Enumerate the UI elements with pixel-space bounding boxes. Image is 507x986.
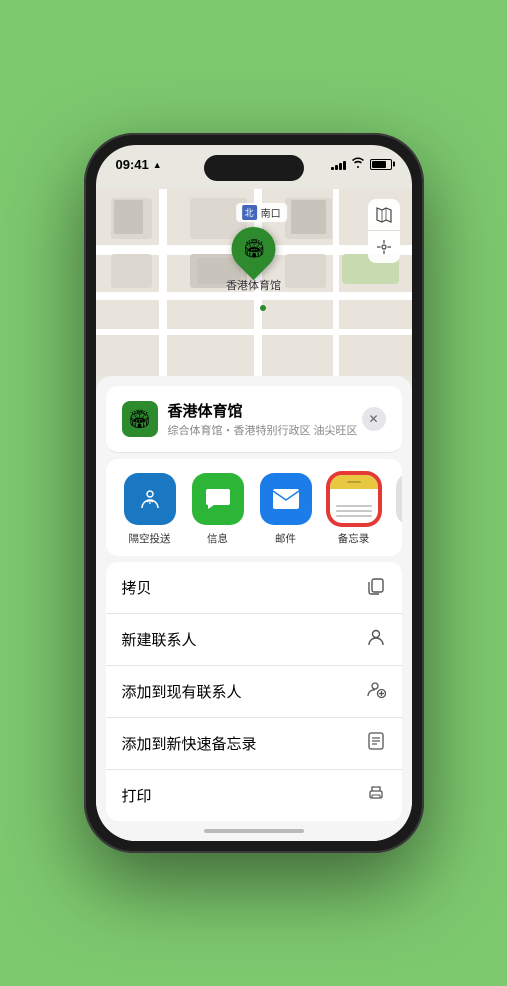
small-location-dot [260,305,266,311]
new-contact-action[interactable]: 新建联系人 [106,614,402,666]
map-controls [368,199,400,263]
add-existing-icon [366,679,386,704]
share-item-messages[interactable]: 信息 [184,473,252,546]
airdrop-icon [124,473,176,525]
add-existing-contact-action[interactable]: 添加到现有联系人 [106,666,402,718]
signal-icon [331,159,346,170]
battery-icon [370,159,392,170]
location-button[interactable] [368,231,400,263]
messages-label: 信息 [207,531,228,546]
time-display: 09:41 [116,157,149,172]
add-existing-label: 添加到现有联系人 [122,681,242,702]
mail-icon [260,473,312,525]
quick-note-icon [366,731,386,756]
share-item-airdrop[interactable]: 隔空投送 [116,473,184,546]
bottom-sheet: 🏟 香港体育馆 综合体育馆・香港特别行政区 油尖旺区 ✕ 隔 [96,376,412,841]
print-label: 打印 [122,785,152,806]
venue-name: 香港体育馆 [168,400,358,421]
status-icons [331,157,392,171]
share-item-mail[interactable]: 邮件 [252,473,320,546]
action-list: 拷贝 新建联系人 添加到现有联系人 [106,562,402,821]
share-item-more[interactable]: 提 [388,473,402,546]
phone-frame: 09:41 ▲ [84,133,424,853]
phone-screen: 09:41 ▲ [96,145,412,841]
copy-icon [366,575,386,600]
mail-label: 邮件 [275,531,296,546]
wifi-icon [351,157,365,171]
messages-icon [192,473,244,525]
map-background: 北 南口 🏟 香港体育馆 [96,189,412,376]
status-time: 09:41 ▲ [116,157,162,172]
location-card: 🏟 香港体育馆 综合体育馆・香港特别行政区 油尖旺区 ✕ [106,386,402,453]
print-action[interactable]: 打印 [106,770,402,821]
share-row: 隔空投送 信息 邮件 [106,459,402,556]
quick-note-label: 添加到新快速备忘录 [122,733,257,754]
quick-note-action[interactable]: 添加到新快速备忘录 [106,718,402,770]
location-arrow-icon: ▲ [153,160,162,170]
home-indicator [96,821,412,841]
share-item-notes[interactable]: 备忘录 [320,473,388,546]
venue-marker-icon: 🏟 [242,239,265,260]
venue-card-icon: 🏟 [122,401,158,437]
print-icon [366,783,386,808]
map-area[interactable]: 北 南口 🏟 香港体育馆 [96,189,412,376]
more-icon [396,473,402,525]
location-marker: 🏟 香港体育馆 [226,227,281,293]
home-bar [204,829,304,833]
new-contact-icon [366,627,386,652]
map-type-button[interactable] [368,199,400,231]
notes-icon [328,473,380,525]
copy-action[interactable]: 拷贝 [106,562,402,614]
marker-pin: 🏟 [222,218,284,280]
map-nav-label: 北 南口 [236,203,287,222]
new-contact-label: 新建联系人 [122,629,197,650]
dynamic-island [204,155,304,181]
airdrop-label: 隔空投送 [129,531,171,546]
venue-address: 综合体育馆・香港特别行政区 油尖旺区 [168,422,358,438]
notes-label: 备忘录 [338,531,370,546]
map-entrance-label: 南口 [261,205,281,220]
close-card-button[interactable]: ✕ [362,407,386,431]
copy-label: 拷贝 [122,577,152,598]
